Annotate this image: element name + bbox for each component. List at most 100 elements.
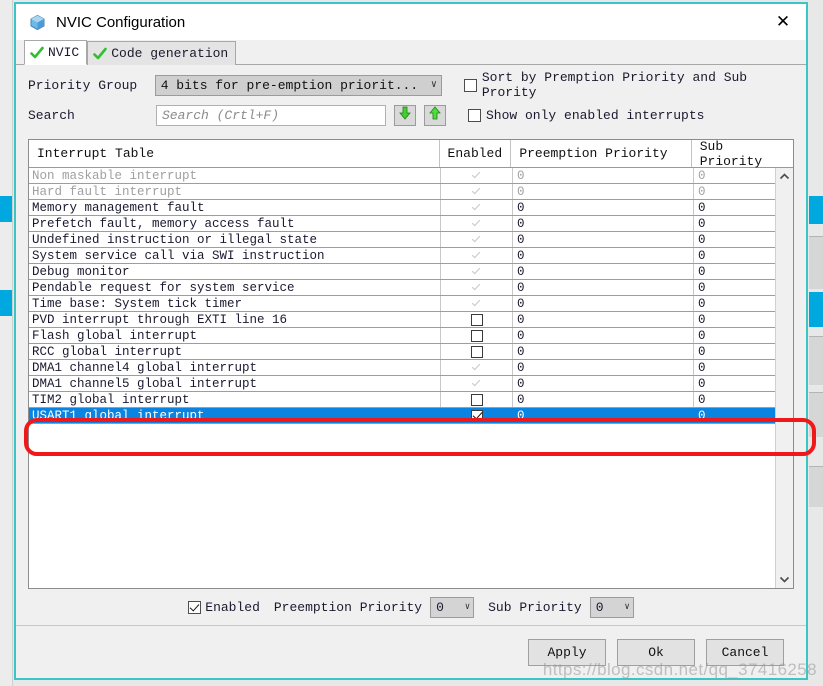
ok-button[interactable]: Ok — [617, 638, 695, 666]
search-row: Search Search (Crtl+F) Show only enabled… — [28, 102, 806, 128]
sub-priority-select[interactable]: 0 ∨ — [589, 596, 634, 618]
preemption-priority-cell[interactable]: 0 — [513, 168, 694, 183]
table-body-area: Non maskable interrupt 0 0 Hard fault inter… — [29, 168, 793, 588]
table-row[interactable]: TIM2 global interrupt 0 0 — [29, 392, 775, 408]
enabled-cell[interactable] — [441, 328, 513, 343]
sub-priority-cell[interactable]: 0 — [694, 200, 775, 215]
table-row[interactable]: Flash global interrupt 0 0 — [29, 328, 775, 344]
table-row[interactable]: Pendable request for system service 0 0 — [29, 280, 775, 296]
backdrop-strip-3 — [809, 392, 823, 437]
table-row[interactable]: RCC global interrupt 0 0 — [29, 344, 775, 360]
preemption-priority-cell[interactable]: 0 — [513, 392, 694, 407]
show-only-enabled-checkbox-group[interactable]: Show only enabled interrupts — [468, 108, 704, 123]
enabled-cell[interactable] — [441, 360, 513, 375]
row-enabled-checkbox[interactable] — [470, 409, 483, 422]
sub-priority-cell[interactable]: 0 — [694, 168, 775, 183]
table-row[interactable]: Time base: System tick timer 0 0 — [29, 296, 775, 312]
sub-priority-cell[interactable]: 0 — [694, 328, 775, 343]
enabled-cell[interactable] — [441, 408, 513, 423]
table-row[interactable]: Memory management fault 0 0 — [29, 200, 775, 216]
preemption-priority-cell[interactable]: 0 — [513, 216, 694, 231]
row-enabled-checkbox[interactable] — [470, 329, 483, 342]
enabled-cell[interactable] — [441, 312, 513, 327]
preemption-priority-cell[interactable]: 0 — [513, 232, 694, 247]
row-enabled-checkbox[interactable] — [470, 345, 483, 358]
sort-by-priority-checkbox[interactable] — [463, 78, 477, 92]
column-header-enabled[interactable]: Enabled — [440, 140, 512, 167]
preemption-priority-cell[interactable]: 0 — [513, 408, 694, 423]
enabled-checkbox[interactable] — [188, 600, 202, 614]
disabled-check-icon — [471, 170, 482, 181]
enabled-cell[interactable] — [441, 200, 513, 215]
enabled-checkbox-group[interactable]: Enabled — [188, 600, 274, 615]
enabled-cell[interactable] — [441, 184, 513, 199]
table-row[interactable]: DMA1 channel4 global interrupt 0 0 — [29, 360, 775, 376]
preemption-priority-cell[interactable]: 0 — [513, 296, 694, 311]
enabled-cell[interactable] — [441, 280, 513, 295]
find-next-button[interactable] — [394, 104, 416, 126]
preemption-priority-cell[interactable]: 0 — [513, 184, 694, 199]
preemption-priority-cell[interactable]: 0 — [513, 248, 694, 263]
preemption-priority-cell[interactable]: 0 — [513, 344, 694, 359]
preemption-priority-cell[interactable]: 0 — [513, 312, 694, 327]
enabled-cell[interactable] — [441, 296, 513, 311]
sub-priority-cell[interactable]: 0 — [694, 264, 775, 279]
enabled-cell[interactable] — [441, 264, 513, 279]
sub-priority-cell[interactable]: 0 — [694, 408, 775, 423]
sub-priority-cell[interactable]: 0 — [694, 296, 775, 311]
row-enabled-checkbox[interactable] — [470, 313, 483, 326]
table-row[interactable]: DMA1 channel5 global interrupt 0 0 — [29, 376, 775, 392]
preemption-priority-cell[interactable]: 0 — [513, 376, 694, 391]
table-row[interactable]: Undefined instruction or illegal state 0 0 — [29, 232, 775, 248]
chevron-down-icon[interactable] — [776, 571, 793, 588]
preemption-priority-select[interactable]: 0 ∨ — [430, 596, 475, 618]
find-previous-button[interactable] — [424, 104, 446, 126]
priority-group-select[interactable]: 4 bits for pre-emption priorit... ∨ — [154, 74, 442, 96]
table-vertical-scrollbar[interactable] — [775, 168, 793, 588]
column-header-preemption-priority[interactable]: Preemption Priority — [511, 140, 692, 167]
table-row[interactable]: System service call via SWI instruction 0… — [29, 248, 775, 264]
preemption-priority-cell[interactable]: 0 — [513, 264, 694, 279]
tab-code-generation[interactable]: Code generation — [87, 41, 237, 65]
apply-button[interactable]: Apply — [528, 638, 606, 666]
sub-priority-cell[interactable]: 0 — [694, 280, 775, 295]
sort-by-priority-checkbox-group[interactable]: Sort by Premption Priority and Sub Prori… — [463, 70, 806, 100]
sub-priority-cell[interactable]: 0 — [694, 248, 775, 263]
table-row[interactable]: PVD interrupt through EXTI line 16 0 0 — [29, 312, 775, 328]
enabled-cell[interactable] — [441, 216, 513, 231]
enabled-cell[interactable] — [441, 168, 513, 183]
sub-priority-cell[interactable]: 0 — [694, 232, 775, 247]
nvic-configuration-dialog: NVIC Configuration ✕ NVIC Code generatio… — [14, 2, 816, 680]
table-row[interactable]: Hard fault interrupt 0 0 — [29, 184, 775, 200]
column-header-interrupt-table[interactable]: Interrupt Table — [29, 140, 440, 167]
show-only-enabled-checkbox[interactable] — [468, 108, 481, 122]
enabled-cell[interactable] — [441, 376, 513, 391]
chevron-up-icon[interactable] — [776, 168, 793, 185]
row-enabled-checkbox[interactable] — [470, 393, 483, 406]
cancel-button[interactable]: Cancel — [706, 638, 784, 666]
table-row[interactable]: USART1 global interrupt 0 0 — [29, 408, 775, 424]
sub-priority-cell[interactable]: 0 — [694, 392, 775, 407]
preemption-priority-cell[interactable]: 0 — [513, 280, 694, 295]
enabled-cell[interactable] — [441, 248, 513, 263]
enabled-cell[interactable] — [441, 392, 513, 407]
sub-priority-cell[interactable]: 0 — [694, 184, 775, 199]
tab-nvic[interactable]: NVIC — [24, 40, 88, 65]
table-row[interactable]: Non maskable interrupt 0 0 — [29, 168, 775, 184]
enabled-cell[interactable] — [441, 232, 513, 247]
table-row[interactable]: Debug monitor 0 0 — [29, 264, 775, 280]
priority-group-row: Priority Group 4 bits for pre-emption pr… — [28, 70, 806, 100]
sub-priority-cell[interactable]: 0 — [694, 376, 775, 391]
sub-priority-cell[interactable]: 0 — [694, 216, 775, 231]
search-input[interactable]: Search (Crtl+F) — [156, 104, 386, 126]
preemption-priority-cell[interactable]: 0 — [513, 328, 694, 343]
sub-priority-cell[interactable]: 0 — [694, 312, 775, 327]
preemption-priority-cell[interactable]: 0 — [513, 360, 694, 375]
close-icon[interactable]: ✕ — [760, 4, 806, 40]
sub-priority-cell[interactable]: 0 — [694, 360, 775, 375]
enabled-cell[interactable] — [441, 344, 513, 359]
preemption-priority-cell[interactable]: 0 — [513, 200, 694, 215]
table-row[interactable]: Prefetch fault, memory access fault 0 0 — [29, 216, 775, 232]
column-header-sub-priority[interactable]: Sub Priority — [692, 140, 793, 169]
sub-priority-cell[interactable]: 0 — [694, 344, 775, 359]
